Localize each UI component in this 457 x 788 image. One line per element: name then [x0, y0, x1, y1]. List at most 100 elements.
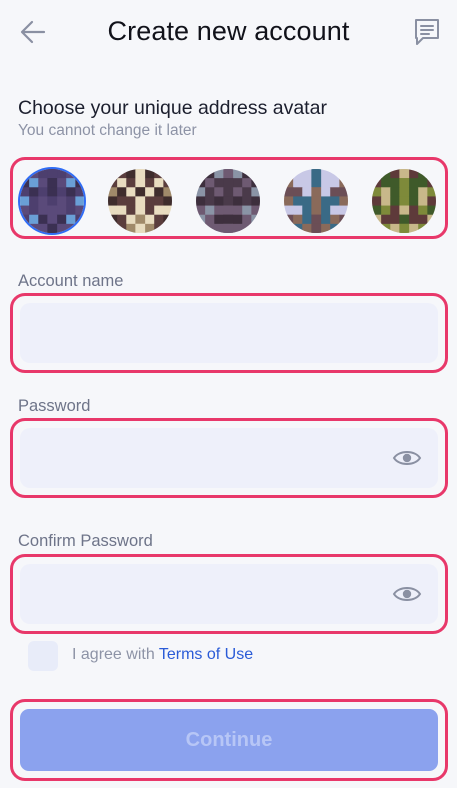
avatar-pixel	[47, 169, 58, 179]
avatar-pixel	[144, 178, 155, 188]
avatar-pixel	[47, 196, 58, 207]
avatar-pixel	[29, 205, 39, 216]
avatar-pixel	[390, 187, 400, 197]
avatar-pixel	[20, 187, 30, 197]
avatar-option[interactable]	[108, 169, 172, 233]
account-name-input[interactable]	[20, 303, 360, 363]
avatar-pixel	[399, 169, 410, 179]
avatar-option[interactable]	[196, 169, 260, 233]
avatar-pixel	[426, 205, 436, 216]
avatar-pixel	[162, 223, 172, 233]
avatar-pixel	[126, 214, 136, 225]
continue-button[interactable]: Continue	[20, 709, 438, 771]
avatar-pixel	[29, 214, 39, 225]
password-field	[10, 418, 448, 498]
avatar-pixel	[399, 178, 410, 188]
avatar-pixel	[205, 214, 215, 225]
avatar-pixel	[29, 187, 39, 197]
avatar-pixel	[311, 178, 322, 188]
avatar-pixel	[47, 205, 58, 216]
avatar-picker	[10, 157, 448, 239]
avatar-pixel	[196, 223, 206, 233]
avatar-pixel	[162, 214, 172, 225]
avatar-option[interactable]	[372, 169, 436, 233]
confirm-password-input[interactable]	[20, 564, 360, 624]
avatar-pixel	[108, 214, 118, 225]
avatar-pixel	[390, 214, 400, 225]
avatar-pixel	[74, 178, 84, 188]
avatar-option[interactable]	[20, 169, 84, 233]
avatar-pixel	[135, 214, 146, 225]
avatar-pixel	[338, 214, 348, 225]
avatar-pixel	[372, 196, 382, 207]
terms-checkbox[interactable]	[28, 641, 58, 671]
avatar-pixel	[162, 178, 172, 188]
avatar-pixel	[144, 169, 155, 179]
avatar-pixel	[232, 223, 243, 233]
avatar-pixel	[223, 223, 234, 233]
avatar-pixel	[417, 223, 428, 233]
avatar-option[interactable]	[284, 169, 348, 233]
avatar-pixel	[135, 196, 146, 207]
avatar-pixel	[108, 196, 118, 207]
avatar-pixel	[56, 187, 67, 197]
avatar-pixel	[205, 169, 215, 179]
avatar-pixel	[196, 196, 206, 207]
avatar-pixel	[284, 187, 294, 197]
avatar-pixel	[74, 223, 84, 233]
password-label: Password	[18, 397, 91, 415]
avatar-pixel	[20, 169, 30, 179]
avatar-pixel	[126, 205, 136, 216]
avatar-pixel	[205, 223, 215, 233]
avatar-pixel	[320, 205, 331, 216]
avatar-pixel	[250, 205, 260, 216]
avatar-pixel	[302, 169, 312, 179]
avatar-pixel	[20, 214, 30, 225]
avatar-pixel	[223, 214, 234, 225]
avatar-pixel	[381, 214, 391, 225]
avatar-pixel	[329, 178, 340, 188]
eye-icon[interactable]	[392, 583, 422, 605]
avatar-pixel	[65, 178, 76, 188]
avatar-pixel	[302, 223, 312, 233]
chat-icon[interactable]	[412, 16, 442, 48]
avatar-pixel	[320, 214, 331, 225]
avatar-pixel	[417, 169, 428, 179]
avatar-pixel	[408, 187, 419, 197]
avatar-pixel	[372, 205, 382, 216]
avatar-pixel	[250, 169, 260, 179]
avatar-pixel	[329, 169, 340, 179]
avatar-pixel	[214, 196, 224, 207]
avatar-pixel	[293, 205, 303, 216]
avatar-pixel	[284, 205, 294, 216]
avatar-pixel	[408, 178, 419, 188]
avatar-pixel	[338, 187, 348, 197]
avatar-pixel	[320, 196, 331, 207]
avatar-pixel	[117, 223, 127, 233]
avatar-pixel	[302, 214, 312, 225]
avatar-pixel	[390, 205, 400, 216]
avatar-pixel	[196, 214, 206, 225]
continue-button-frame: Continue	[10, 699, 448, 781]
avatar-pixel	[293, 169, 303, 179]
terms-text: I agree with Terms of Use	[72, 646, 253, 664]
avatar-pixel	[381, 205, 391, 216]
avatar-pixel	[74, 187, 84, 197]
avatar-pixel	[293, 187, 303, 197]
avatar-pixel	[302, 196, 312, 207]
avatar-pixel	[162, 205, 172, 216]
avatar-pixel	[135, 169, 146, 179]
avatar-pixel	[205, 178, 215, 188]
avatar-pixel	[372, 223, 382, 233]
avatar-pixel	[38, 223, 48, 233]
avatar-pixel	[338, 196, 348, 207]
avatar-pixel	[417, 196, 428, 207]
password-input[interactable]	[20, 428, 360, 488]
avatar-pixel	[417, 205, 428, 216]
avatar-pixel	[241, 205, 252, 216]
avatar-pixel	[153, 187, 164, 197]
avatar-pixel	[372, 187, 382, 197]
terms-of-use-link[interactable]: Terms of Use	[159, 646, 253, 663]
eye-icon[interactable]	[392, 447, 422, 469]
account-name-field	[10, 293, 448, 373]
